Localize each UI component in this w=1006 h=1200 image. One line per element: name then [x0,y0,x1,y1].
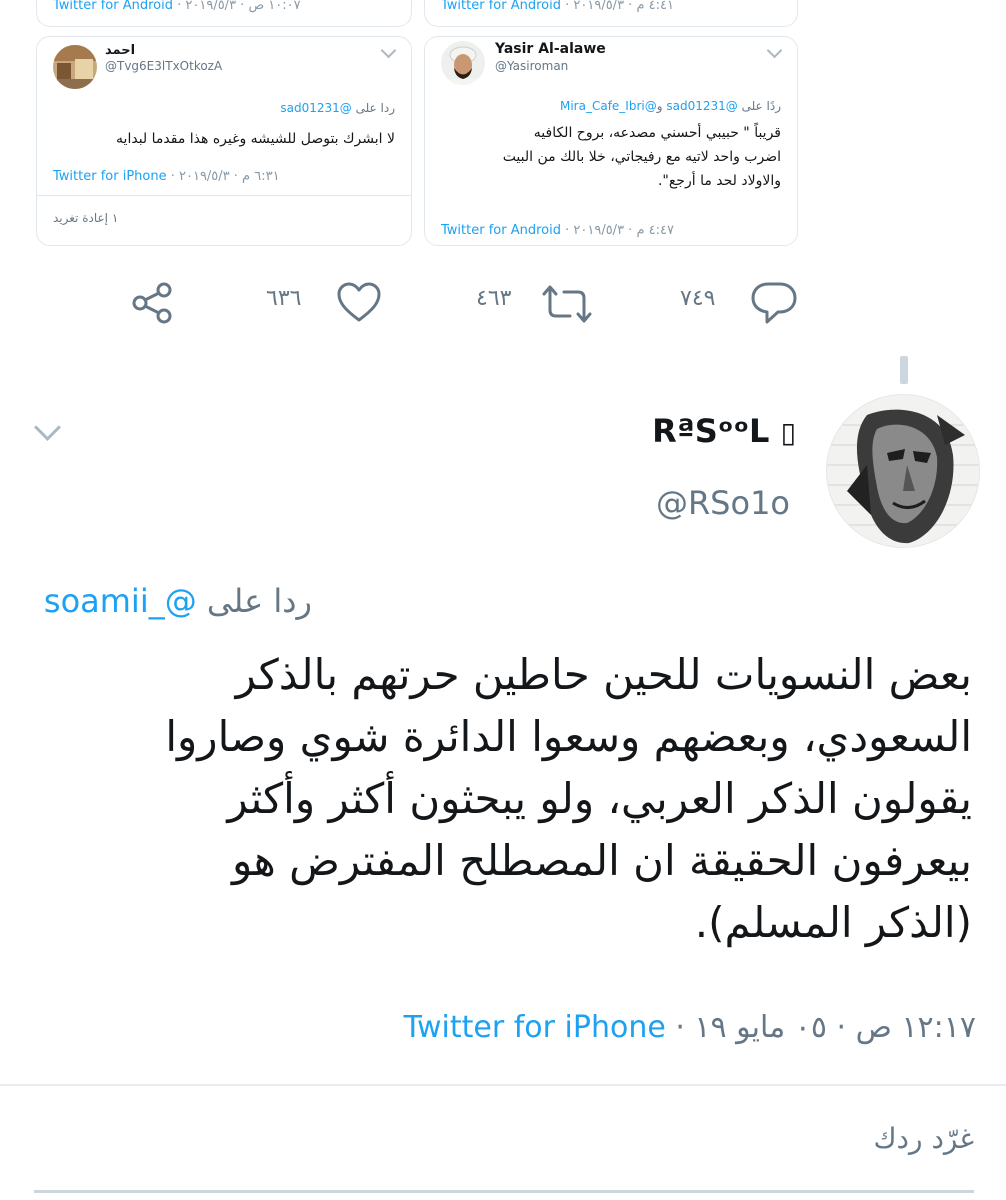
display-name-text: RªSᵒᵒL [652,412,770,450]
quoted-tweet-card-top-left[interactable]: Twitter for Android · ١٠:٠٧ ص · ٢٠١٩/٥/٣ [36,0,412,27]
thread-line [900,356,908,384]
tweet-text: لا ابشرك بتوصل للشيشه وغيره هذا مقدما لب… [116,131,395,147]
share-button[interactable] [130,280,176,326]
share-icon [132,282,172,324]
author-name[interactable]: احمد [105,43,135,58]
like-count: ٦٣٦ [266,286,302,311]
reply-mention[interactable]: @sad01231 [280,101,351,115]
like-button[interactable] [336,282,382,324]
tweet-text: بعض النسويات للحين حاطين حرتهم بالذكر ال… [32,644,972,954]
retweet-icon [542,285,592,323]
source-link[interactable]: Twitter for iPhone [404,1010,666,1045]
avatar[interactable] [53,45,97,89]
author-display-name[interactable]: RªSᵒᵒL ▯ [652,412,796,450]
reply-count: ٧٤٩ [680,286,716,311]
author-handle[interactable]: @RSo1o [656,484,790,522]
reply-label: ردا على [351,101,395,115]
tweet-text: قريباً " حبيبي أحسني مصدعه، بروح الكافيه… [437,121,781,193]
reply-label: ردًا على [737,99,781,113]
tweet-text-line: بعض النسويات للحين حاطين حرتهم بالذكر [235,650,972,699]
avatar[interactable] [826,394,980,548]
reply-context: ردا على @sad01231 [280,101,395,115]
quoted-tweet-card-top-right[interactable]: Twitter for Android · ٤:٤١ م · ٢٠١٩/٥/٣ [424,0,798,27]
chevron-down-icon[interactable] [34,414,61,441]
divider [0,1084,1006,1086]
reply-button[interactable] [750,280,798,326]
author-handle[interactable]: @Yasiroman [495,59,568,73]
reply-context: ردًا على @sad01231 و@Mira_Cafe_Ibri [560,99,781,113]
tweet-text-line: (الذكر المسلم). [694,898,972,947]
tweet-text-line: بيعرفون الحقيقة ان المصطلح المفترض هو [231,836,972,885]
heart-icon [337,282,381,322]
tweet-text-line: والاولاد لحد ما أرجع". [657,173,781,189]
source-link[interactable]: Twitter for Android [441,0,561,13]
tweet-meta: ١٢:١٧ ص · ٠٥ مايو ١٩ · Twitter for iPhon… [404,1010,976,1045]
author-name[interactable]: Yasir Al-alawe [495,41,606,57]
tweet-timestamp[interactable]: ١٢:١٧ ص · ٠٥ مايو ١٩ · [666,1010,976,1045]
retweet-count[interactable]: ١ إعادة تغريد [53,211,118,225]
tweet-text-line: السعودي، وبعضهم وسعوا الدائرة شوي وصاروا [165,712,972,761]
quoted-tweet-card-left[interactable]: احمد @Tvg6E3lTxOtkozA ردا على @sad01231 … [36,36,412,246]
retweet-button[interactable] [540,284,594,324]
reply-placeholder: غرّد ردك [873,1122,974,1155]
tweet-date: · ٤:٤٧ م · ٢٠١٩/٥/٣ [560,223,674,238]
divider [37,195,411,196]
tweet-date: · ٦:٣١ م · ٢٠١٩/٥/٣ [166,169,280,184]
reply-mention[interactable]: @Mira_Cafe_Ibri [560,99,657,113]
retweet-count: ٤٦٣ [476,286,512,311]
tweet-text-line: اضرب واحد لاتيه مع رفيجاتي، خلا بالك من … [502,149,781,165]
quoted-tweet-card-right[interactable]: Yasir Al-alawe @Yasiroman ردًا على @sad0… [424,36,798,246]
tweet-date: · ١٠:٠٧ ص · ٢٠١٩/٥/٣ [172,0,301,13]
source-link[interactable]: Twitter for iPhone [53,169,167,184]
reply-mention[interactable]: @sad01231 [666,99,737,113]
reply-input[interactable]: غرّد ردك [34,1110,974,1193]
tweet-text-line: يقولون الذكر العربي، ولو يبحثون أكثر وأك… [227,774,972,823]
reply-label: ردا على [196,582,312,620]
source-link[interactable]: Twitter for Android [441,223,561,238]
name-emoji: ▯ [780,416,796,449]
avatar[interactable] [441,41,485,85]
tweet-source: Twitter for Android · ٤:٤٧ م · ٢٠١٩/٥/٣ [441,223,674,238]
tweet-date: · ٤:٤١ م · ٢٠١٩/٥/٣ [560,0,674,13]
reply-mention[interactable]: @_soamii [44,582,197,620]
tweet-source: Twitter for iPhone · ٦:٣١ م · ٢٠١٩/٥/٣ [53,169,280,184]
reply-and: و [656,99,667,113]
source-link[interactable]: Twitter for Android [53,0,173,13]
author-handle[interactable]: @Tvg6E3lTxOtkozA [105,59,222,73]
reply-icon [751,282,797,324]
chevron-down-icon[interactable] [380,42,397,59]
tweet-source: Twitter for Android · ١٠:٠٧ ص · ٢٠١٩/٥/٣ [53,0,301,13]
reply-context: ردا على @_soamii [44,582,312,620]
tweet-source: Twitter for Android · ٤:٤١ م · ٢٠١٩/٥/٣ [441,0,674,13]
tweet-text-line: قريباً " حبيبي أحسني مصدعه، بروح الكافيه [533,125,781,141]
chevron-down-icon[interactable] [766,42,783,59]
